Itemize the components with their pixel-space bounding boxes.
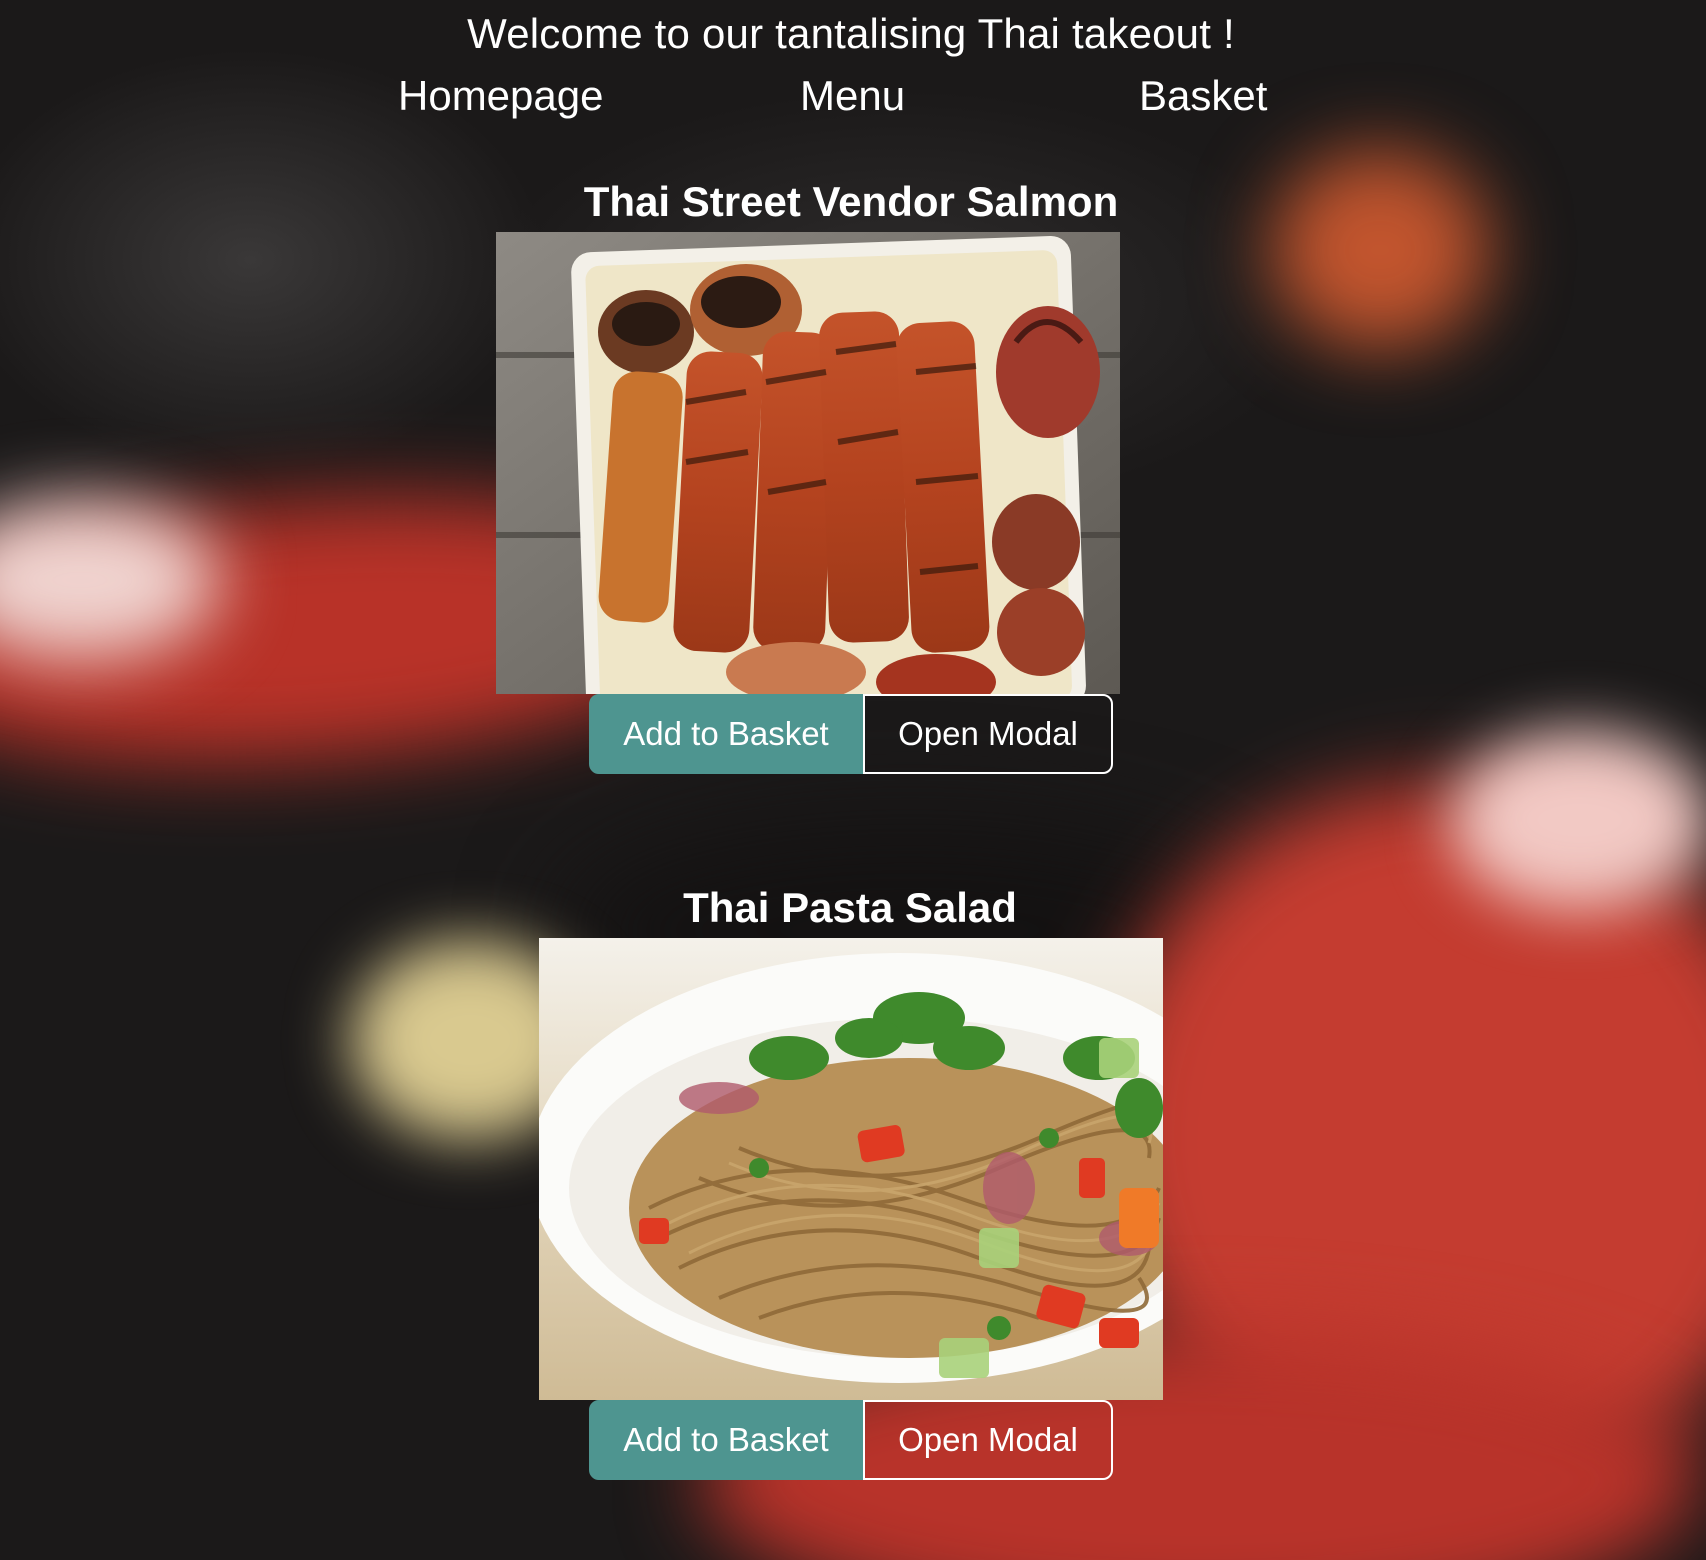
nav-link-basket[interactable]: Basket [1139, 72, 1267, 120]
add-to-basket-button[interactable]: Add to Basket [589, 694, 863, 774]
dish-photo-pasta-salad [539, 938, 1163, 1400]
add-to-basket-button[interactable]: Add to Basket [589, 1400, 863, 1480]
open-modal-button[interactable]: Open Modal [863, 694, 1113, 774]
dish-photo-salmon-skewers [496, 232, 1120, 694]
welcome-heading: Welcome to our tantalising Thai takeout … [467, 10, 1235, 57]
page: Welcome to our tantalising Thai takeout … [0, 0, 1706, 1560]
dish-title: Thai Pasta Salad [683, 884, 1017, 931]
nav-link-homepage[interactable]: Homepage [398, 72, 603, 120]
open-modal-button[interactable]: Open Modal [863, 1400, 1113, 1480]
nav-link-menu[interactable]: Menu [800, 72, 905, 120]
